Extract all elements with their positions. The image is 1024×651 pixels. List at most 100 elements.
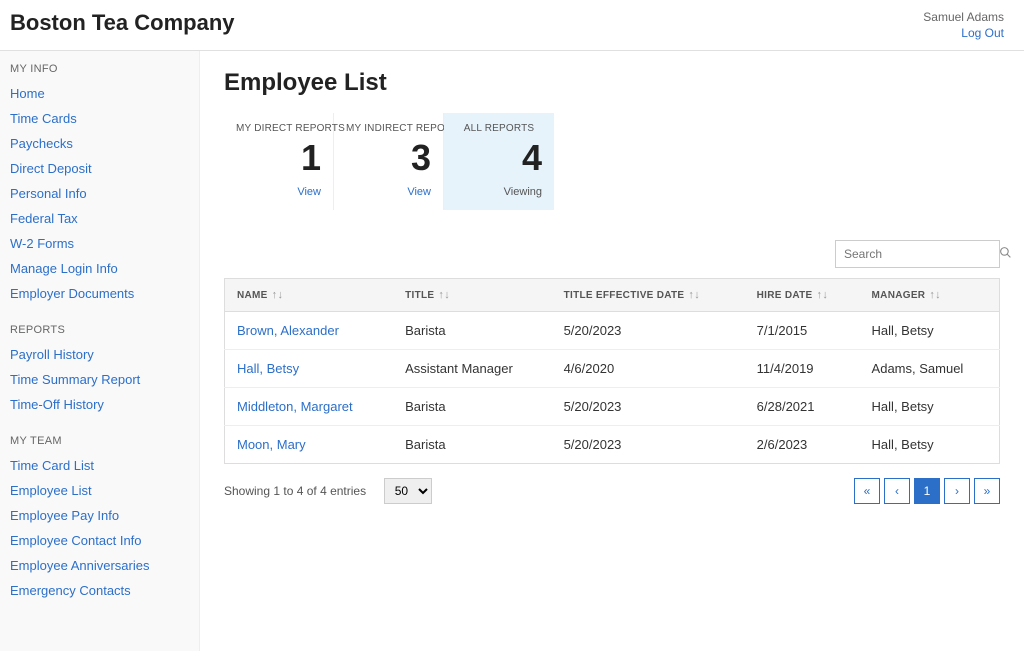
logout-link[interactable]: Log Out — [923, 26, 1004, 40]
sidebar-item[interactable]: Time Summary Report — [10, 367, 189, 392]
sort-icon: ↑↓ — [688, 289, 700, 301]
employee-name-link[interactable]: Middleton, Margaret — [237, 399, 353, 414]
report-card-link[interactable]: Viewing — [456, 186, 542, 198]
report-card[interactable]: ALL REPORTS 4 Viewing — [444, 113, 554, 210]
sidebar-heading: REPORTS — [10, 324, 189, 336]
chevron-left-icon: ‹ — [895, 484, 899, 498]
sidebar-heading: MY INFO — [10, 63, 189, 75]
sidebar-item[interactable]: Employer Documents — [10, 281, 189, 306]
report-card-link[interactable]: View — [346, 186, 431, 198]
sidebar-item[interactable]: Time Cards — [10, 106, 189, 131]
column-header[interactable]: NAME ↑↓ — [225, 279, 394, 312]
sidebar-item[interactable]: Emergency Contacts — [10, 578, 189, 603]
sidebar-item[interactable]: Payroll History — [10, 342, 189, 367]
report-card[interactable]: MY INDIRECT REPORTS 3 View — [334, 113, 444, 210]
sort-icon: ↑↓ — [272, 289, 284, 301]
sidebar-item[interactable]: Manage Login Info — [10, 256, 189, 281]
search-icon — [999, 246, 1012, 262]
report-card-label: ALL REPORTS — [456, 123, 542, 134]
header: Boston Tea Company Samuel Adams Log Out — [0, 0, 1024, 51]
page-prev-button[interactable]: ‹ — [884, 478, 910, 504]
page-title: Employee List — [224, 69, 1000, 97]
sidebar-item[interactable]: Home — [10, 81, 189, 106]
cell-title-effective: 4/6/2020 — [552, 350, 745, 388]
sort-icon: ↑↓ — [438, 289, 450, 301]
sidebar-item[interactable]: Time-Off History — [10, 392, 189, 417]
chevron-double-right-icon: » — [984, 484, 991, 498]
report-card-label: MY INDIRECT REPORTS — [346, 123, 431, 134]
sidebar-item[interactable]: Direct Deposit — [10, 156, 189, 181]
cell-title: Barista — [393, 388, 551, 426]
cell-hire-date: 11/4/2019 — [745, 350, 860, 388]
column-label: MANAGER — [872, 290, 926, 301]
page-number-button[interactable]: 1 — [914, 478, 940, 504]
search-box[interactable] — [835, 240, 1000, 268]
cell-manager: Hall, Betsy — [860, 388, 1000, 426]
sidebar-item[interactable]: Employee Contact Info — [10, 528, 189, 553]
company-name: Boston Tea Company — [10, 10, 235, 36]
sidebar-item[interactable]: Employee List — [10, 478, 189, 503]
table-row: Middleton, MargaretBarista5/20/20236/28/… — [225, 388, 1000, 426]
sidebar-item[interactable]: W-2 Forms — [10, 231, 189, 256]
employee-table: NAME↑↓TITLE↑↓TITLE EFFECTIVE DATE↑↓HIRE … — [224, 278, 1000, 464]
main-content: Employee List MY DIRECT REPORTS1ViewMY I… — [200, 51, 1024, 651]
column-label: TITLE EFFECTIVE DATE — [564, 290, 685, 301]
cell-hire-date: 2/6/2023 — [745, 426, 860, 464]
sort-icon: ↑↓ — [817, 289, 829, 301]
sidebar-item[interactable]: Federal Tax — [10, 206, 189, 231]
page-next-button[interactable]: › — [944, 478, 970, 504]
report-card-number: 3 — [346, 140, 431, 176]
table-row: Hall, Betsy Assistant Manager4/6/202011/4… — [225, 350, 1000, 388]
sidebar-item[interactable]: Employee Pay Info — [10, 503, 189, 528]
report-cards: MY DIRECT REPORTS1ViewMY INDIRECT REPORT… — [224, 113, 1000, 210]
footer-left: Showing 1 to 4 of 4 entries 50 — [224, 478, 432, 504]
pagination: « ‹ 1 › » — [854, 478, 1000, 504]
sidebar-heading: MY TEAM — [10, 435, 189, 447]
column-label: HIRE DATE — [757, 290, 813, 301]
chevron-double-left-icon: « — [864, 484, 871, 498]
column-label: NAME — [237, 290, 268, 301]
employee-name-link[interactable]: Brown, Alexander — [237, 323, 339, 338]
sidebar-section: REPORTS Payroll HistoryTime Summary Repor… — [10, 324, 189, 417]
sidebar-item[interactable]: Personal Info — [10, 181, 189, 206]
sidebar-item[interactable]: Time Card List — [10, 453, 189, 478]
column-header[interactable]: MANAGER↑↓ — [860, 279, 1000, 312]
report-card-label: MY DIRECT REPORTS — [236, 123, 321, 134]
sidebar-item[interactable]: Paychecks — [10, 131, 189, 156]
sidebar-item[interactable]: Employee Anniversaries — [10, 553, 189, 578]
employee-name-link[interactable]: Hall, Betsy — [237, 361, 299, 376]
header-user-block: Samuel Adams Log Out — [923, 10, 1004, 40]
table-row: Moon, Mary Barista5/20/20232/6/2023Hall, … — [225, 426, 1000, 464]
chevron-right-icon: › — [955, 484, 959, 498]
cell-name: Brown, Alexander — [225, 312, 394, 350]
cell-title-effective: 5/20/2023 — [552, 388, 745, 426]
cell-hire-date: 7/1/2015 — [745, 312, 860, 350]
column-header[interactable]: TITLE ↑↓ — [393, 279, 551, 312]
column-header[interactable]: HIRE DATE ↑↓ — [745, 279, 860, 312]
table-footer: Showing 1 to 4 of 4 entries 50 « ‹ 1 › » — [224, 478, 1000, 504]
sidebar-section: MY INFO HomeTime CardsPaychecksDirect Dep… — [10, 63, 189, 306]
cell-title: Barista — [393, 312, 551, 350]
page-size-select[interactable]: 50 — [384, 478, 432, 504]
page-first-button[interactable]: « — [854, 478, 880, 504]
search-row — [224, 240, 1000, 268]
column-header[interactable]: TITLE EFFECTIVE DATE↑↓ — [552, 279, 745, 312]
cell-title: Barista — [393, 426, 551, 464]
cell-title-effective: 5/20/2023 — [552, 426, 745, 464]
table-row: Brown, Alexander Barista5/20/20237/1/2015… — [225, 312, 1000, 350]
cell-name: Middleton, Margaret — [225, 388, 394, 426]
report-card-number: 4 — [456, 140, 542, 176]
cell-manager: Adams, Samuel — [860, 350, 1000, 388]
page-last-button[interactable]: » — [974, 478, 1000, 504]
column-label: TITLE — [405, 290, 434, 301]
cell-name: Hall, Betsy — [225, 350, 394, 388]
cell-manager: Hall, Betsy — [860, 426, 1000, 464]
cell-title-effective: 5/20/2023 — [552, 312, 745, 350]
sidebar: MY INFO HomeTime CardsPaychecksDirect Dep… — [0, 51, 200, 651]
report-card-link[interactable]: View — [236, 186, 321, 198]
employee-name-link[interactable]: Moon, Mary — [237, 437, 306, 452]
search-input[interactable] — [844, 247, 999, 261]
sidebar-section: MY TEAMTime Card ListEmployee ListEmploy… — [10, 435, 189, 603]
report-card[interactable]: MY DIRECT REPORTS1View — [224, 113, 334, 210]
cell-title: Assistant Manager — [393, 350, 551, 388]
